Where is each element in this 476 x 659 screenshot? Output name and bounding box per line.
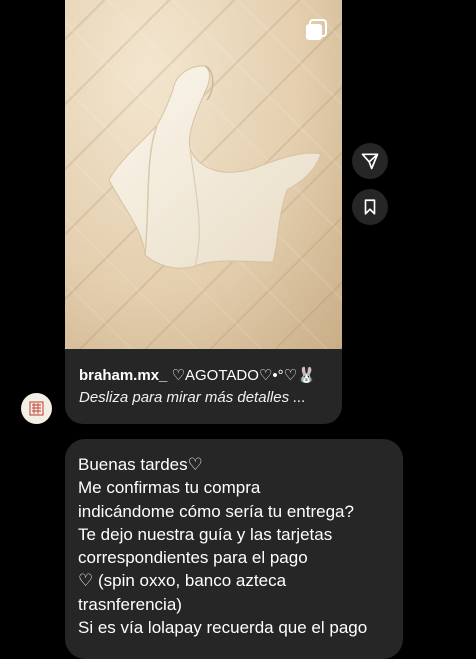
message-line: ♡ (spin oxxo, banco azteca [78,571,287,591]
message-line: correspondientes para el pago [78,548,308,568]
share-button[interactable] [352,143,388,179]
carousel-icon [304,18,328,42]
message-line: Te dejo nuestra guía y las tarjetas [78,524,333,544]
send-icon [361,153,379,170]
message-line: Me confirmas tu compra [78,478,261,498]
post-footer: braham.mx_ ♡AGOTADO♡•°♡🐰 Desliza para mi… [79,366,328,408]
bookmark-icon [364,199,376,215]
post-image[interactable] [65,0,342,349]
message-line: trasnferencia) [78,594,182,614]
post-user-line: braham.mx_ ♡AGOTADO♡•°♡🐰 [79,366,328,386]
garment-photo [108,65,322,269]
shop-logo-icon [29,401,44,416]
save-button[interactable] [352,189,388,225]
shared-post-card[interactable]: braham.mx_ ♡AGOTADO♡•°♡🐰 Desliza para mi… [65,0,342,424]
message-bubble[interactable]: Buenas tardes♡ Me confirmas tu compra in… [65,439,403,659]
message-line: indicándome cómo sería tu entrega? [78,501,354,521]
post-username[interactable]: braham.mx_ [79,367,167,384]
post-title: ♡AGOTADO♡•°♡🐰 [171,367,316,384]
message-line: Buenas tardes♡ [78,455,203,474]
avatar[interactable] [21,393,52,424]
post-caption: Desliza para mirar más detalles ... [79,389,306,406]
